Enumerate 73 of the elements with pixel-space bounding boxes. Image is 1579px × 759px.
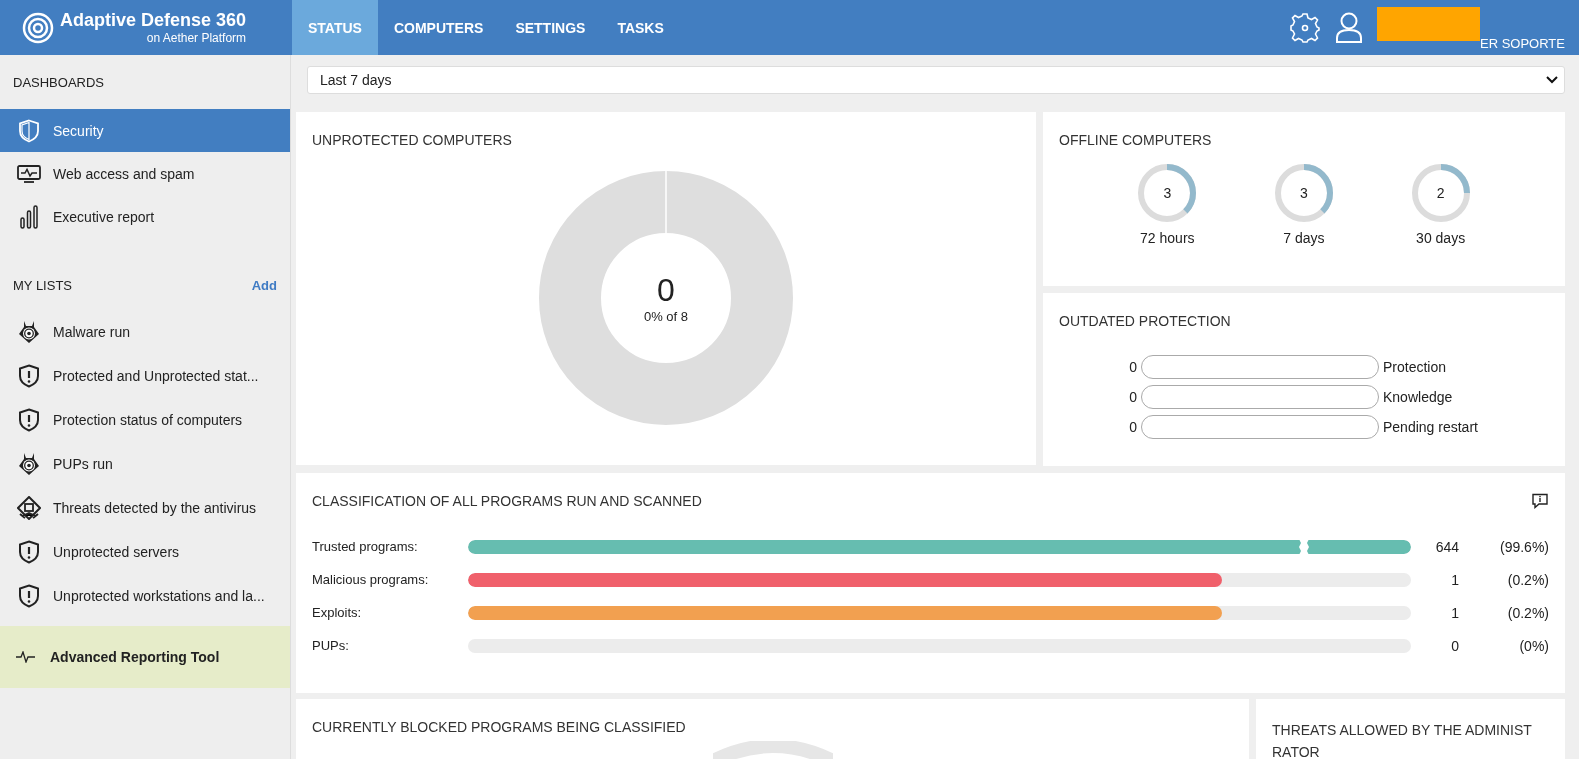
- threat-icon: [17, 496, 41, 520]
- card-title: RATOR: [1272, 743, 1321, 759]
- unprotected-count: 0: [657, 272, 675, 309]
- ring-value: 3: [1163, 185, 1172, 201]
- list-item[interactable]: Protected and Unprotected stat...: [0, 354, 290, 398]
- dashboard-item[interactable]: Executive report: [0, 195, 290, 238]
- unprotected-caption: 0% of 8: [643, 309, 689, 324]
- reporting-tool-item[interactable]: Advanced Reporting Tool: [0, 626, 290, 688]
- dashboard-item[interactable]: Web access and spam: [0, 152, 290, 195]
- card-title: UNPROTECTED COMPUTERS: [312, 132, 513, 148]
- list-item[interactable]: Malware run: [0, 310, 290, 354]
- pulse-icon: [16, 651, 36, 663]
- activity-monitor-icon: [17, 164, 41, 183]
- program-count: 1: [1450, 571, 1459, 588]
- program-label: Malicious programs:: [312, 572, 430, 587]
- product-subtitle: on Aether Platform: [146, 31, 247, 45]
- program-percent: (0.2%): [1506, 604, 1549, 621]
- outdated-count: 0: [1128, 359, 1137, 375]
- target-bug-icon: [17, 320, 41, 344]
- chevron-down-icon: [1546, 76, 1558, 84]
- program-percent: (0.2%): [1506, 571, 1549, 588]
- section-heading: DASHBOARDS: [13, 75, 105, 92]
- list-item[interactable]: Threats detected by the antivirus: [0, 486, 290, 530]
- ring-value: 2: [1436, 185, 1445, 201]
- add-link[interactable]: Add: [251, 278, 277, 310]
- ring-label: 30 days: [1416, 230, 1466, 246]
- shield-alert-icon: [17, 408, 41, 432]
- list-item[interactable]: PUPs run: [0, 442, 290, 486]
- dashboard-item[interactable]: Security: [0, 109, 290, 152]
- logo-icon: [22, 11, 54, 44]
- nav-tab[interactable]: TASKS: [601, 0, 680, 55]
- shield-alert-icon: [17, 584, 41, 608]
- program-count: 0: [1450, 637, 1459, 654]
- program-percent: (99.6%): [1498, 538, 1549, 555]
- program-percent: (0%): [1518, 637, 1549, 654]
- program-count: 644: [1434, 538, 1459, 555]
- card-title: CURRENTLY BLOCKED PROGRAMS BEING CLASSIFIED: [312, 719, 687, 735]
- ring-value: 3: [1300, 185, 1308, 201]
- program-label: PUPs:: [312, 638, 350, 653]
- nav-tab[interactable]: COMPUTERS: [377, 0, 500, 55]
- ring-label: 7 days: [1283, 230, 1325, 246]
- list-item[interactable]: Unprotected servers: [0, 530, 290, 574]
- ring-gauge: [1136, 162, 1199, 224]
- user-name[interactable]: ER SOPORTE: [1480, 35, 1565, 51]
- shield-icon: [17, 118, 41, 143]
- program-count: 1: [1450, 604, 1459, 621]
- section-heading: MY LISTS: [13, 278, 72, 295]
- program-label: Exploits:: [312, 605, 363, 620]
- outdated-count: 0: [1128, 419, 1137, 435]
- shield-alert-icon: [17, 364, 41, 388]
- settings-icon[interactable]: [1289, 11, 1321, 44]
- outdated-count: 0: [1128, 389, 1137, 405]
- list-item[interactable]: Protection status of computers: [0, 398, 290, 442]
- outdated-label: Pending restart: [1383, 419, 1478, 435]
- program-label: Trusted programs:: [312, 539, 419, 554]
- info-icon[interactable]: [1531, 493, 1549, 509]
- list-item[interactable]: Unprotected workstations and la...: [0, 574, 290, 618]
- outdated-label: Protection: [1383, 359, 1447, 375]
- ring-gauge: [1409, 162, 1472, 224]
- bar-chart-icon: [17, 204, 41, 229]
- period-select[interactable]: Last 7 days: [307, 66, 1565, 94]
- ring-gauge: [1273, 162, 1335, 224]
- outdated-label: Knowledge: [1383, 389, 1453, 405]
- card-title: THREATS ALLOWED BY THE ADMINIST: [1272, 721, 1533, 740]
- card-title: OFFLINE COMPUTERS: [1059, 132, 1213, 148]
- user-icon[interactable]: [1335, 11, 1363, 44]
- ring-label: 72 hours: [1140, 230, 1195, 246]
- shield-alert-icon: [17, 540, 41, 564]
- target-bug-icon: [17, 452, 41, 476]
- product-name: Adaptive Defense 360: [60, 10, 247, 31]
- card-title: OUTDATED PROTECTION: [1059, 313, 1232, 329]
- nav-tab[interactable]: SETTINGS: [499, 0, 602, 55]
- card-title: CLASSIFICATION OF ALL PROGRAMS RUN AND SCANNED: [312, 493, 702, 509]
